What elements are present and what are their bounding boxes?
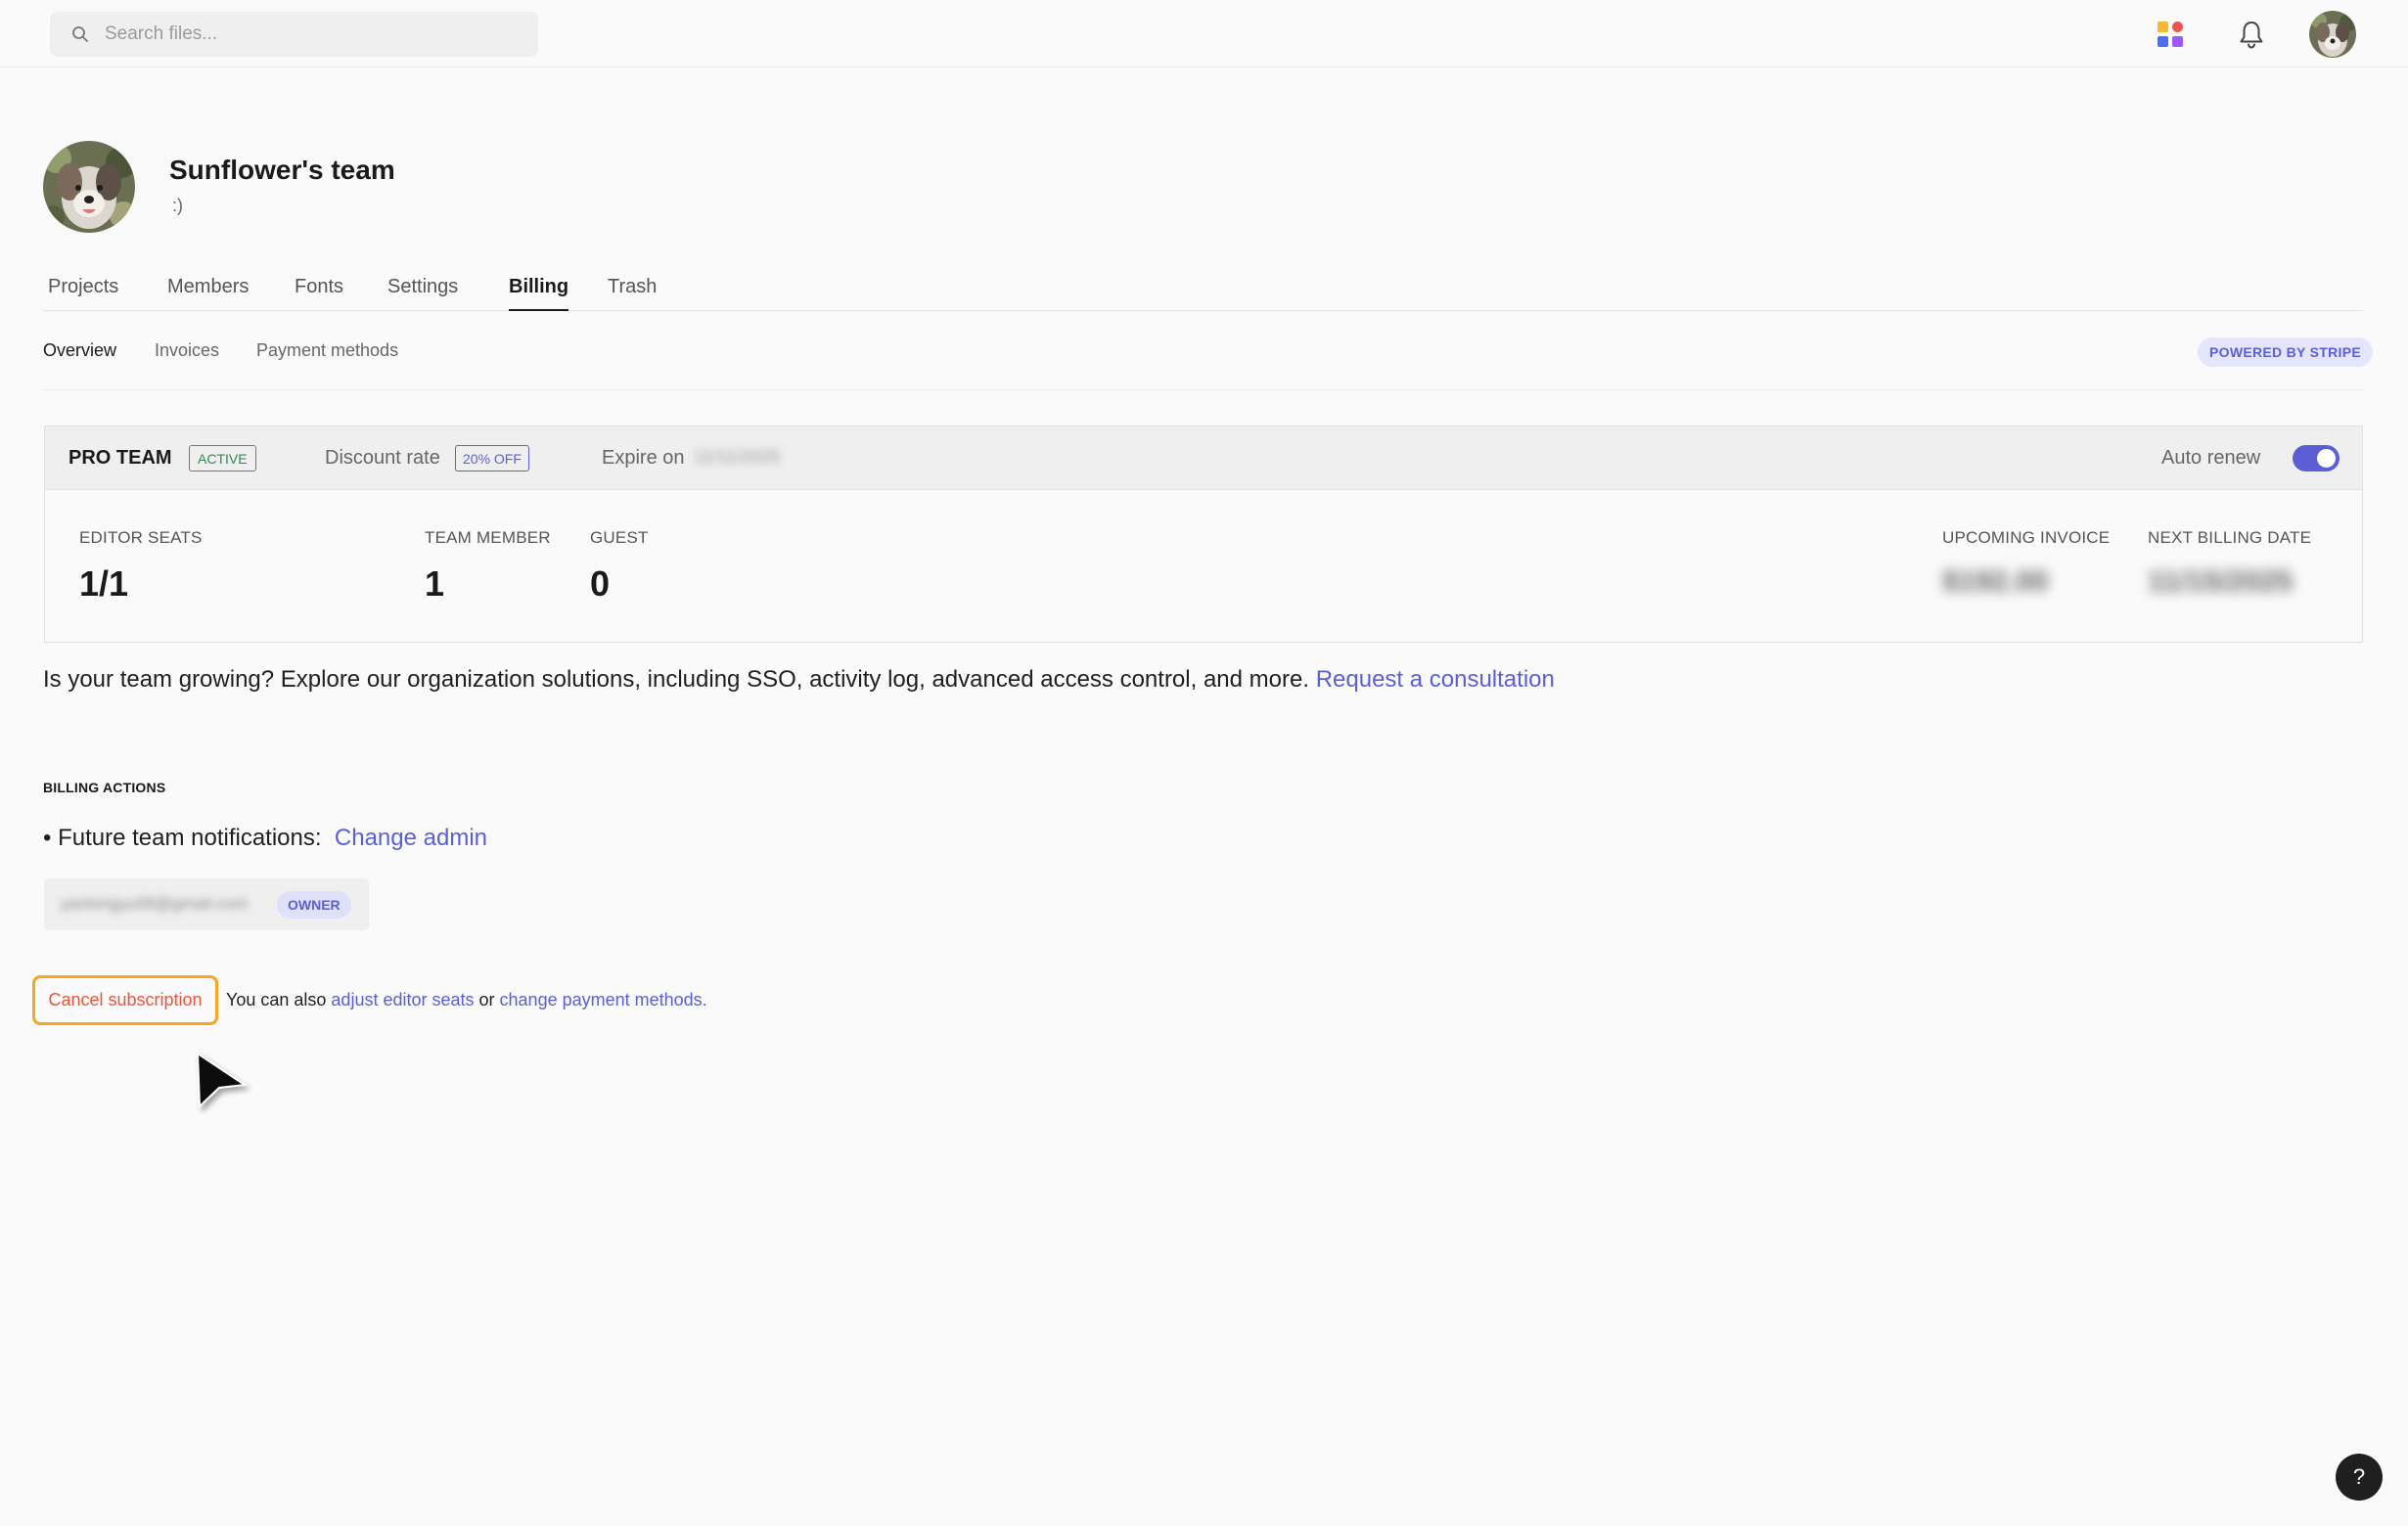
team-member-value: 1 bbox=[425, 563, 445, 604]
next-billing-date-label: NEXT BILLING DATE bbox=[2148, 528, 2312, 547]
divider bbox=[43, 389, 2363, 390]
mouse-cursor-icon bbox=[194, 1052, 252, 1114]
also-prefix: You can also bbox=[226, 990, 332, 1010]
adjust-editor-seats-link[interactable]: adjust editor seats bbox=[331, 990, 474, 1010]
tab-projects[interactable]: Projects bbox=[48, 276, 118, 311]
subtab-payment-methods[interactable]: Payment methods bbox=[256, 340, 398, 361]
team-avatar bbox=[43, 141, 135, 233]
upcoming-invoice-label: UPCOMING INVOICE bbox=[1942, 528, 2111, 547]
team-description: :) bbox=[172, 196, 183, 215]
bullet: • bbox=[43, 825, 59, 851]
powered-by-stripe-badge: POWERED BY STRIPE bbox=[2198, 337, 2373, 367]
expire-label: Expire on bbox=[602, 447, 685, 469]
future-notifications-row: • Future team notifications: Change admi… bbox=[43, 825, 487, 852]
bell-icon[interactable] bbox=[2237, 19, 2266, 50]
promo-text: Is your team growing? Explore our organi… bbox=[43, 666, 1316, 693]
expire-date: 11/11/2025 bbox=[695, 447, 781, 467]
change-payment-methods-link[interactable]: change payment methods. bbox=[500, 990, 707, 1010]
editor-seats-label: EDITOR SEATS bbox=[79, 528, 203, 547]
team-tabs: Projects Members Fonts Settings Billing … bbox=[43, 276, 2363, 311]
organization-promo: Is your team growing? Explore our organi… bbox=[43, 666, 1555, 694]
discount-label: Discount rate bbox=[325, 447, 440, 469]
billing-actions-title: BILLING ACTIONS bbox=[43, 780, 166, 795]
future-notifications-label: Future team notifications: bbox=[58, 825, 322, 851]
discount-badge: 20% OFF bbox=[455, 445, 529, 471]
toggle-knob bbox=[2317, 449, 2336, 468]
search-icon bbox=[68, 22, 93, 47]
change-admin-link[interactable]: Change admin bbox=[335, 825, 487, 851]
tab-trash[interactable]: Trash bbox=[608, 276, 657, 311]
or-text: or bbox=[474, 990, 500, 1010]
tab-fonts[interactable]: Fonts bbox=[295, 276, 343, 311]
plan-header: PRO TEAM ACTIVE Discount rate 20% OFF Ex… bbox=[45, 426, 2362, 490]
subtab-overview[interactable]: Overview bbox=[43, 340, 116, 361]
search-bar[interactable] bbox=[50, 12, 538, 57]
auto-renew-label: Auto renew bbox=[2161, 447, 2261, 469]
guest-label: GUEST bbox=[590, 528, 649, 547]
help-button[interactable]: ? bbox=[2336, 1454, 2383, 1501]
request-consultation-link[interactable]: Request a consultation bbox=[1316, 666, 1555, 693]
admin-email: yanlongyu08@gmail.com bbox=[61, 894, 249, 913]
search-input[interactable] bbox=[105, 23, 516, 45]
tab-billing[interactable]: Billing bbox=[509, 276, 569, 311]
next-billing-date-value: 11/15/2025 bbox=[2148, 565, 2294, 598]
tab-members[interactable]: Members bbox=[167, 276, 249, 311]
apps-grid-icon[interactable] bbox=[2156, 20, 2185, 49]
tab-settings[interactable]: Settings bbox=[387, 276, 458, 311]
admin-email-chip: yanlongyu08@gmail.com OWNER bbox=[44, 878, 369, 930]
team-member-label: TEAM MEMBER bbox=[425, 528, 551, 547]
cancel-subscription-button[interactable]: Cancel subscription bbox=[32, 975, 218, 1025]
upcoming-invoice-value: $192.00 bbox=[1942, 565, 2049, 598]
subtab-invoices[interactable]: Invoices bbox=[155, 340, 219, 361]
team-name: Sunflower's team bbox=[169, 155, 395, 185]
auto-renew-toggle[interactable] bbox=[2293, 445, 2340, 471]
plan-name: PRO TEAM bbox=[68, 447, 172, 469]
status-badge: ACTIVE bbox=[189, 445, 256, 471]
editor-seats-value: 1/1 bbox=[79, 563, 129, 604]
plan-card: PRO TEAM ACTIVE Discount rate 20% OFF Ex… bbox=[44, 426, 2363, 643]
also-options-text: You can also adjust editor seats or chan… bbox=[226, 990, 707, 1010]
owner-badge: OWNER bbox=[277, 891, 351, 919]
user-avatar[interactable] bbox=[2309, 11, 2356, 58]
guest-value: 0 bbox=[590, 563, 611, 604]
